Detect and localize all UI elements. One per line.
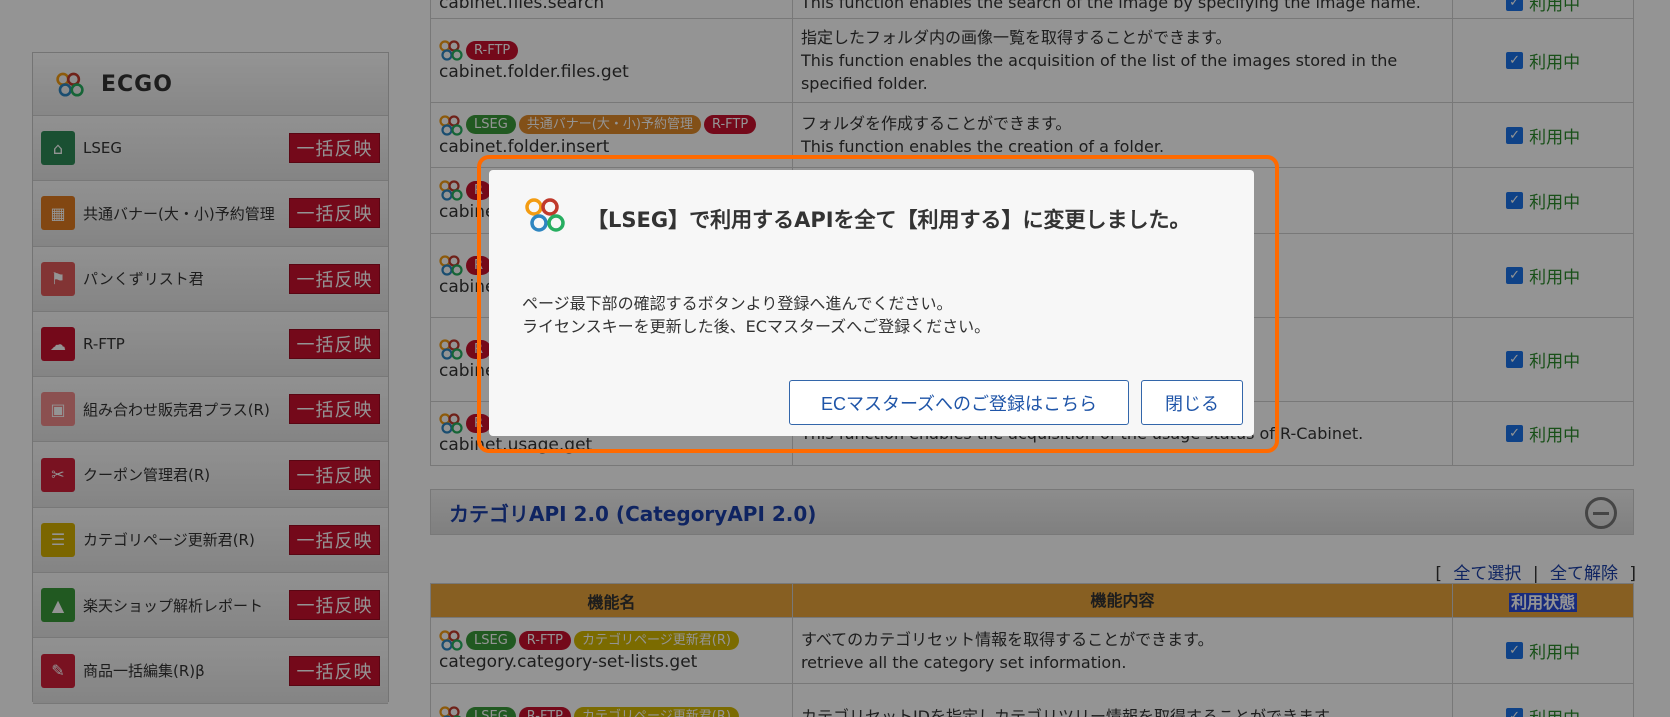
close-button[interactable]: 閉じる xyxy=(1141,380,1243,425)
dialog-body: ページ最下部の確認するボタンより登録へ進んでください。 ライセンスキーを更新した… xyxy=(522,292,990,338)
dialog-title: 【LSEG】で利用するAPIを全て【利用する】に変更しました。 xyxy=(587,208,1191,232)
ecgo-logo-icon xyxy=(525,198,565,232)
confirmation-dialog: 【LSEG】で利用するAPIを全て【利用する】に変更しました。 ページ最下部の確… xyxy=(489,170,1254,436)
dialog-body-line: ページ最下部の確認するボタンより登録へ進んでください。 xyxy=(522,294,953,313)
register-ec-masters-button[interactable]: ECマスターズへのご登録はこちら xyxy=(789,380,1129,425)
dialog-body-line: ライセンスキーを更新した後、ECマスターズへご登録ください。 xyxy=(522,317,991,336)
